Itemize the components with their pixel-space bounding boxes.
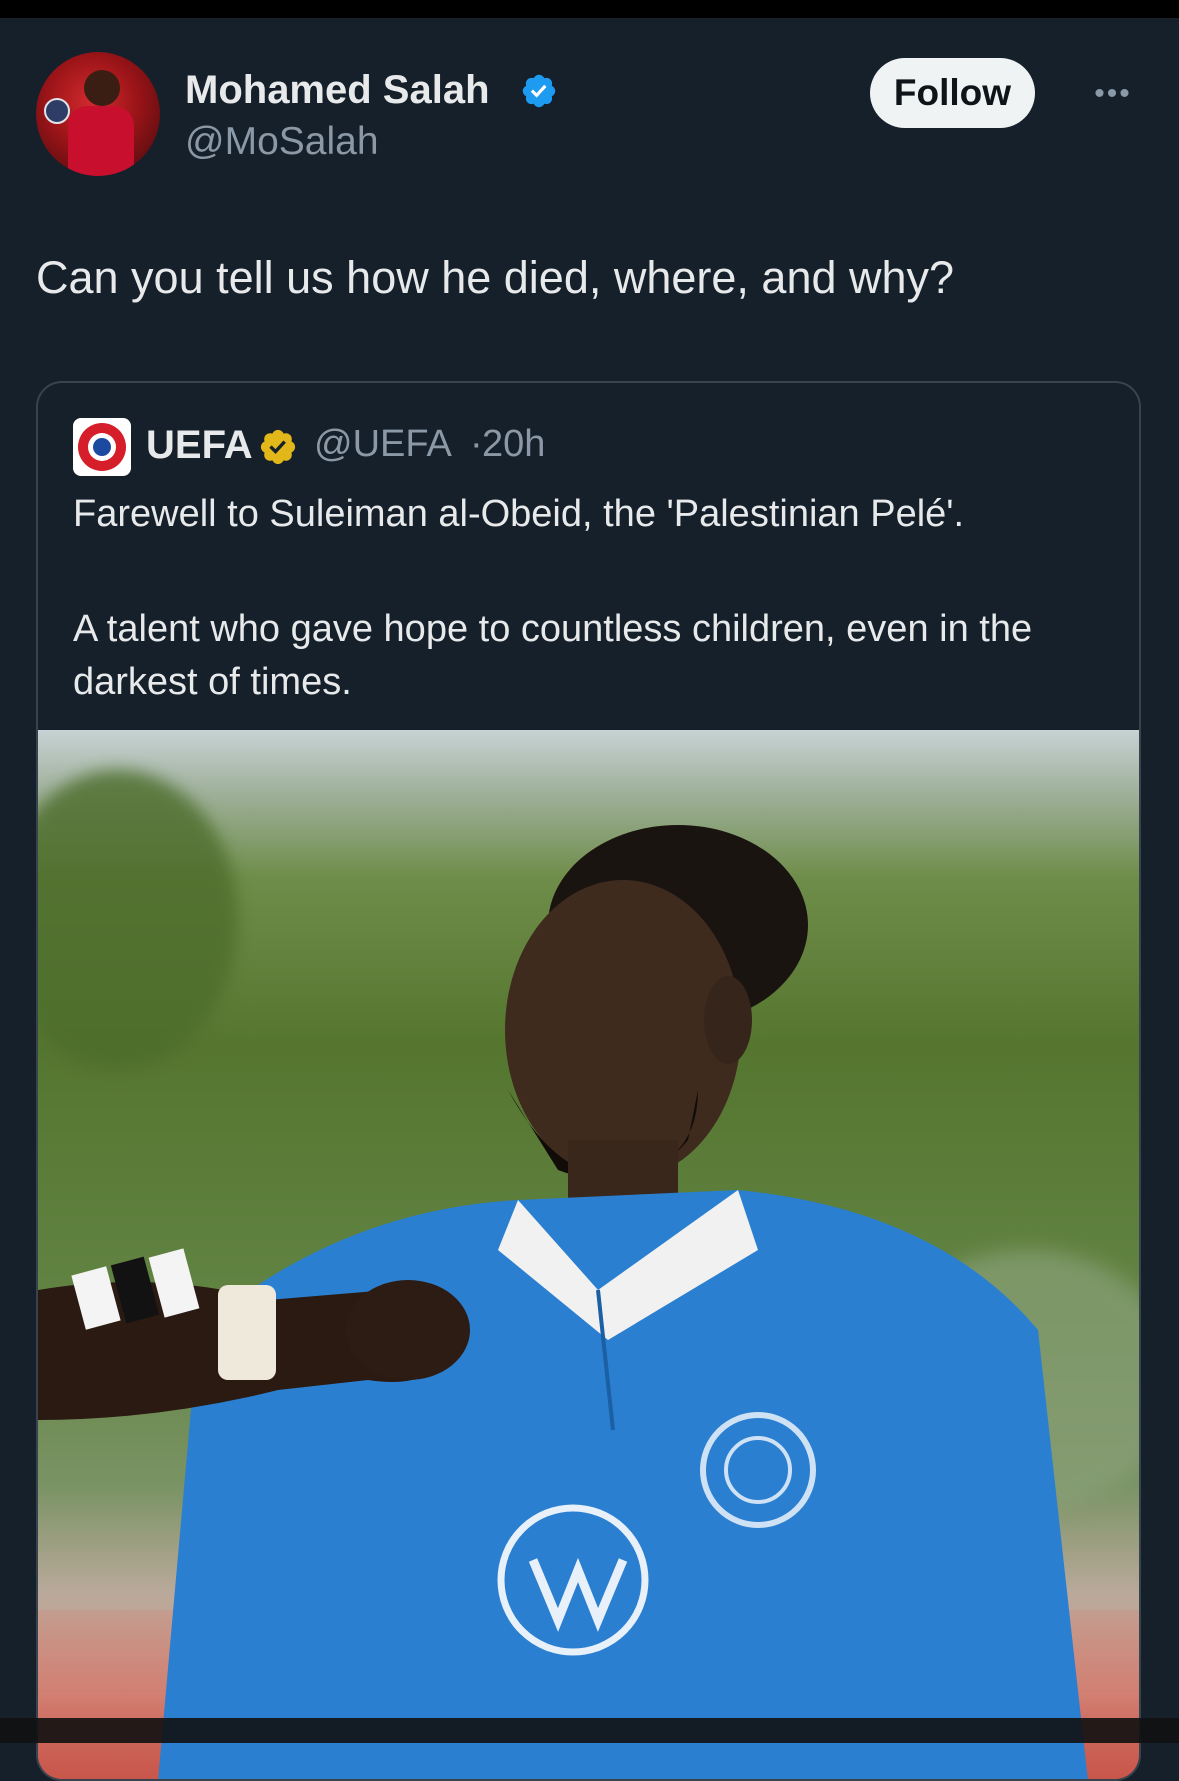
uefa-logo[interactable] (73, 418, 131, 476)
photo-player-figure (38, 825, 1088, 1779)
quoted-text-line: Farewell to Suleiman al-Obeid, the 'Pale… (73, 493, 965, 535)
handle-time-separator: · (470, 423, 483, 465)
tweet-text: Can you tell us how he died, where, and … (36, 252, 955, 303)
quoted-media-photo[interactable] (38, 730, 1139, 1779)
quoted-author-handle[interactable]: @UEFA (314, 423, 452, 466)
author-handle[interactable]: @MoSalah (185, 120, 379, 164)
verified-badge-icon (522, 74, 556, 108)
quoted-text-paragraph: A talent who gave hope to countless chil… (73, 608, 1033, 703)
follow-button[interactable]: Follow (870, 58, 1035, 128)
quoted-timestamp[interactable]: 20h (482, 423, 545, 466)
avatar-figure-shirt (68, 106, 134, 176)
avatar-figure-head (84, 70, 120, 106)
verified-gold-badge-icon (260, 429, 296, 465)
status-bar (0, 0, 1179, 18)
quoted-author-name[interactable]: UEFA (146, 423, 253, 468)
avatar-crest (44, 98, 70, 124)
bottom-overlay-bar (0, 1718, 1179, 1743)
more-horizontal-icon[interactable]: ••• (1091, 74, 1135, 114)
uefa-logo-ball (93, 438, 111, 456)
author-name[interactable]: Mohamed Salah (185, 68, 490, 113)
author-avatar[interactable] (36, 52, 160, 176)
quoted-post[interactable]: UEFA @UEFA · 20h Farewell to Suleiman al… (36, 381, 1141, 1781)
post-header: Mohamed Salah @MoSalah Follow ••• (36, 52, 1146, 182)
